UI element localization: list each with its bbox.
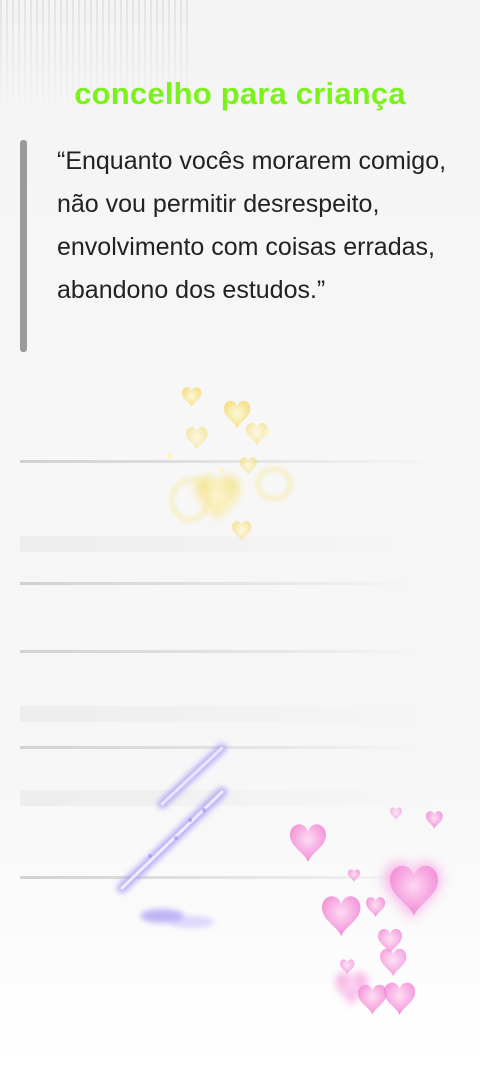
pink-hearts-sticker [290, 807, 443, 1016]
